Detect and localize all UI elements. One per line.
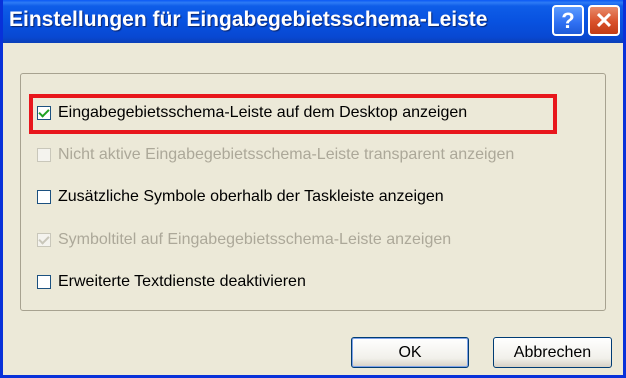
option-label: Zusätzliche Symbole oberhalb der Tasklei… xyxy=(58,188,444,205)
option-show-on-desktop[interactable]: Eingabegebietsschema-Leiste auf dem Desk… xyxy=(37,104,467,122)
ok-button-label: OK xyxy=(398,343,422,361)
option-label: Symboltitel auf Eingabegebietsschema-Lei… xyxy=(58,231,452,248)
option-disable-advanced-text-services[interactable]: Erweiterte Textdienste deaktivieren xyxy=(37,273,306,291)
ok-button[interactable]: OK xyxy=(351,337,469,368)
checkbox-show-text-labels xyxy=(37,233,51,247)
checkbox-extra-icons-taskbar[interactable] xyxy=(37,190,51,204)
option-label: Eingabegebietsschema-Leiste auf dem Desk… xyxy=(58,104,468,121)
option-transparent-inactive: Nicht aktive Eingabegebietsschema-Leiste… xyxy=(37,146,514,164)
help-button[interactable]: ? xyxy=(552,5,584,36)
close-icon: ✕ xyxy=(594,7,614,33)
checkbox-transparent-inactive xyxy=(37,148,51,162)
option-label: Nicht aktive Eingabegebietsschema-Leiste… xyxy=(58,146,515,163)
settings-dialog: Einstellungen für Eingabegebietsschema-L… xyxy=(0,0,626,378)
option-extra-icons-taskbar[interactable]: Zusätzliche Symbole oberhalb der Tasklei… xyxy=(37,188,444,206)
checkbox-show-on-desktop[interactable] xyxy=(37,106,51,120)
help-icon: ? xyxy=(561,7,575,33)
title-bar[interactable]: Einstellungen für Eingabegebietsschema-L… xyxy=(3,0,623,43)
close-button[interactable]: ✕ xyxy=(588,5,620,36)
option-label: Erweiterte Textdienste deaktivieren xyxy=(58,273,306,290)
checkbox-disable-advanced-text-services[interactable] xyxy=(37,275,51,289)
cancel-button[interactable]: Abbrechen xyxy=(493,337,612,368)
cancel-button-label: Abbrechen xyxy=(513,343,592,361)
option-show-text-labels: Symboltitel auf Eingabegebietsschema-Lei… xyxy=(37,231,451,249)
window-title: Einstellungen für Eingabegebietsschema-L… xyxy=(9,8,488,31)
